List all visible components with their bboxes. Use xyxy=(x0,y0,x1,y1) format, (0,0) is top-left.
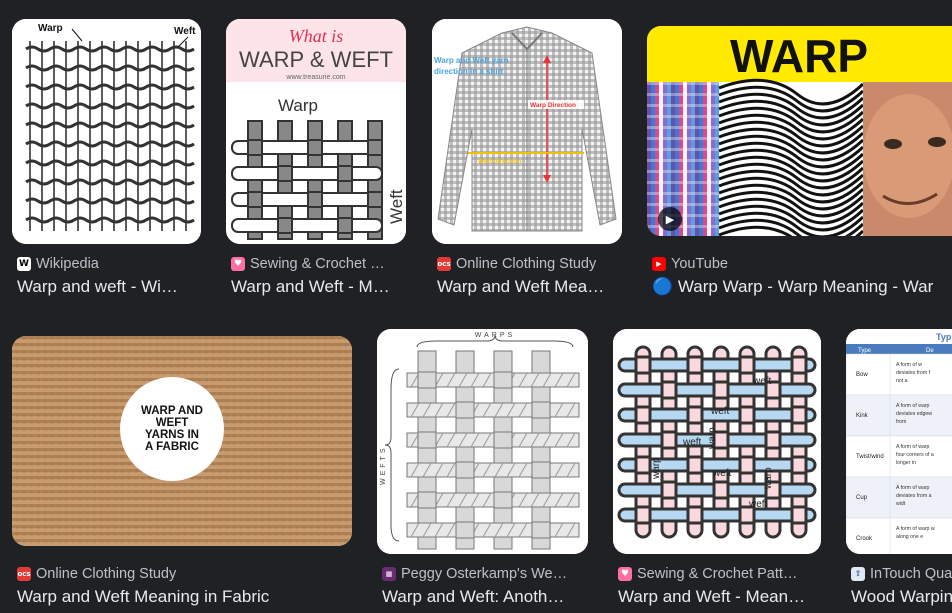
result-title-6[interactable]: Warp and Weft: Anoth… xyxy=(382,586,588,608)
table-row-desc: along one e xyxy=(896,534,923,540)
result-thumbnail-6[interactable]: WARPS WEFTS xyxy=(377,329,588,554)
source-name: Online Clothing Study xyxy=(36,566,177,582)
weft-label: weft xyxy=(710,406,730,417)
wefts-label: WEFTS xyxy=(380,446,387,486)
weft-direction-label: Weft direction xyxy=(478,158,521,165)
weft-label: Weft xyxy=(387,189,406,224)
ocs-icon: ocs xyxy=(17,567,31,581)
result-title-8[interactable]: Wood Warpin xyxy=(851,586,952,608)
source-name: Wikipedia xyxy=(36,256,99,272)
result-source-8[interactable]: ⇧ InTouch Qua xyxy=(851,565,952,583)
badge-line-1: WARP AND xyxy=(141,405,203,417)
result-title-1[interactable]: Warp and weft - Wi… xyxy=(17,276,201,298)
result-source-2[interactable]: ♥ Sewing & Crochet … xyxy=(231,255,406,273)
weft-label: weft xyxy=(752,376,772,387)
table-row-desc: A form of warp xyxy=(896,444,930,450)
table-row-desc: longer in xyxy=(896,460,916,466)
table-row-type: Twist/wind xyxy=(856,454,884,460)
result-thumbnail-1[interactable]: Warp Weft xyxy=(12,19,201,244)
heart-icon: ♥ xyxy=(618,567,632,581)
warp-label: Warp xyxy=(38,23,63,34)
table-row-desc: A form of warp w xyxy=(896,526,935,532)
heart-icon: ♥ xyxy=(231,257,245,271)
table-row-type: Cup xyxy=(856,495,868,501)
warp-label: warp xyxy=(651,457,662,480)
warps-wefts-diagram: WARPS WEFTS xyxy=(377,329,588,554)
weaving-icon: ▦ xyxy=(382,567,396,581)
result-title-4[interactable]: 🔵 Warp Warp - Warp Meaning - War xyxy=(652,276,952,298)
source-name: Peggy Osterkamp's We… xyxy=(401,566,568,582)
warp-headline: WARP xyxy=(730,30,868,82)
what-is-text: What is xyxy=(289,26,344,46)
result-source-1[interactable]: W Wikipedia xyxy=(17,255,201,273)
result-title-2[interactable]: Warp and Weft - M… xyxy=(231,276,406,298)
result-thumbnail-7[interactable]: weft weft weft weft weft warp warp warp xyxy=(613,329,821,554)
table-row-desc: not a xyxy=(896,378,908,384)
ocs-icon: ocs xyxy=(437,257,451,271)
result-thumbnail-5[interactable]: WARP AND WEFT YARNS IN A FABRIC xyxy=(12,336,352,546)
site-text: www.treasurie.com xyxy=(285,74,345,81)
warp-label: warp xyxy=(707,427,718,450)
source-name: Online Clothing Study xyxy=(456,256,597,272)
video-thumbnail: WARP xyxy=(647,26,952,236)
wikipedia-icon: W xyxy=(17,257,31,271)
weft-label: weft xyxy=(682,437,702,448)
table-row-desc: four corners of a xyxy=(896,452,934,458)
headline-text: WARP & WEFT xyxy=(239,47,393,72)
woven-grid-illustration: Warp Weft xyxy=(12,19,201,244)
wood-warping-table: Typ Type De Bow A form of w deviates from … xyxy=(846,329,952,554)
warp-weft-infographic: What is WARP & WEFT www.treasurie.com Wa… xyxy=(226,19,406,244)
source-name: Sewing & Crochet Patt… xyxy=(637,566,798,582)
svg-text:direction in a shirt: direction in a shirt xyxy=(434,67,504,76)
result-source-7[interactable]: ♥ Sewing & Crochet Patt… xyxy=(618,565,821,583)
col-def-header: De xyxy=(926,348,934,354)
intouch-icon: ⇧ xyxy=(851,567,865,581)
col-type-header: Type xyxy=(858,348,872,354)
weft-label: weft xyxy=(712,468,732,479)
result-thumbnail-3[interactable]: Warp and Weft yarn direction in a shirt … xyxy=(432,19,622,244)
table-row-desc: A form of warp xyxy=(896,403,930,409)
table-row-desc: A form of warp xyxy=(896,485,930,491)
svg-text:A FABRIC: A FABRIC xyxy=(145,441,199,453)
source-name: YouTube xyxy=(671,256,728,272)
result-thumbnail-8[interactable]: Typ Type De Bow A form of w deviates from … xyxy=(846,329,952,554)
result-source-3[interactable]: ocs Online Clothing Study xyxy=(437,255,622,273)
result-thumbnail-4[interactable]: WARP xyxy=(647,26,952,236)
source-name: InTouch Qua xyxy=(870,566,952,582)
result-title-7[interactable]: Warp and Weft - Mean… xyxy=(618,586,821,608)
weft-label: weft xyxy=(748,499,768,510)
table-row-desc: deviates from a xyxy=(896,493,932,499)
table-row-desc: widt xyxy=(896,501,906,507)
table-row-type: Bow xyxy=(856,372,868,378)
result-source-6[interactable]: ▦ Peggy Osterkamp's We… xyxy=(382,565,588,583)
warp-label: warp xyxy=(763,467,774,490)
result-title-5[interactable]: Warp and Weft Meaning in Fabric xyxy=(17,586,352,608)
table-row-desc: deviates from f xyxy=(896,370,931,376)
result-title-3[interactable]: Warp and Weft Mea… xyxy=(437,276,622,298)
source-name: Sewing & Crochet … xyxy=(250,256,385,272)
result-source-4[interactable]: ▶ YouTube xyxy=(652,255,952,273)
table-row-desc: from xyxy=(896,419,906,425)
weft-label: Weft xyxy=(174,26,196,37)
yarn-note-text: Warp and Weft yarn xyxy=(434,56,509,65)
result-source-5[interactable]: ocs Online Clothing Study xyxy=(17,565,352,583)
warp-weft-pattern-diagram: weft weft weft weft weft warp warp warp xyxy=(613,329,821,554)
result-thumbnail-2[interactable]: What is WARP & WEFT www.treasurie.com Wa… xyxy=(226,19,406,244)
burlap-fabric-photo: WARP AND WEFT YARNS IN A FABRIC xyxy=(12,336,352,546)
warp-label: Warp xyxy=(278,96,318,115)
youtube-icon: ▶ xyxy=(652,257,666,271)
svg-text:WEFT: WEFT xyxy=(156,417,189,429)
table-row-type: Crook xyxy=(856,536,873,542)
table-row-desc: deviates edgew xyxy=(896,411,932,417)
play-icon[interactable]: ▶ xyxy=(658,207,682,231)
table-row-type: Kink xyxy=(856,413,869,419)
warp-direction-label: Warp Direction xyxy=(530,102,576,109)
table-row-desc: A form of w xyxy=(896,362,922,368)
shirt-photo: Warp and Weft yarn direction in a shirt … xyxy=(432,19,622,244)
svg-text:YARNS IN: YARNS IN xyxy=(145,429,199,441)
table-header-text: Typ xyxy=(936,332,952,342)
